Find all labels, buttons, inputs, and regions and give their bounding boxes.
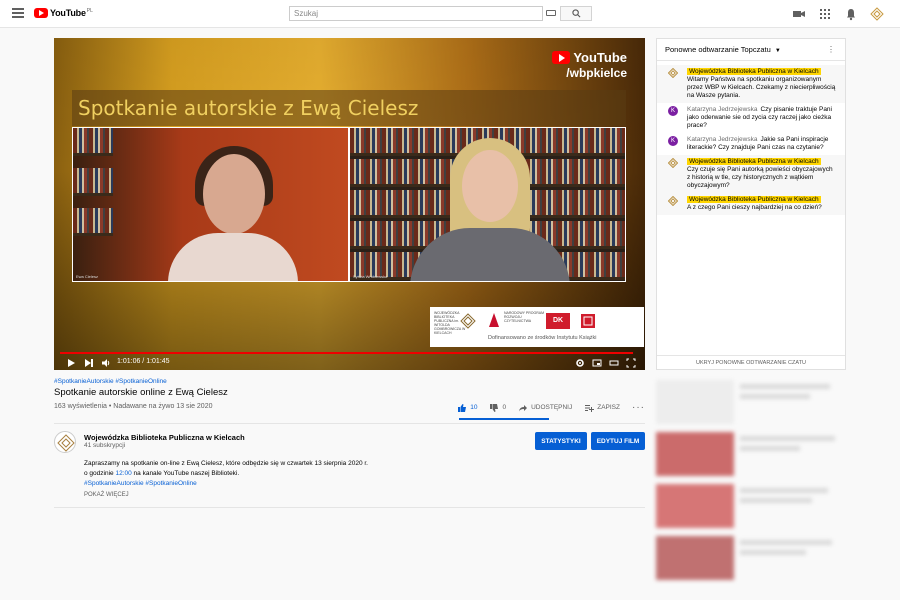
dislike-button[interactable]: 0 bbox=[489, 403, 506, 413]
thumbs-up-icon bbox=[458, 403, 467, 412]
apps-icon[interactable] bbox=[818, 7, 832, 21]
library-diamond-icon bbox=[57, 434, 75, 452]
recommendations-sidebar bbox=[656, 380, 846, 600]
chevron-down-icon[interactable]: ▼ bbox=[775, 48, 781, 54]
fullscreen-icon[interactable] bbox=[626, 358, 636, 368]
progress-bar[interactable] bbox=[60, 352, 634, 354]
youtube-logo[interactable]: YouTube PL bbox=[34, 8, 93, 18]
next-icon[interactable] bbox=[84, 358, 94, 368]
play-icon[interactable] bbox=[66, 358, 76, 368]
playlist-add-icon bbox=[585, 404, 595, 412]
recommendation-item[interactable] bbox=[656, 432, 846, 478]
notifications-bell-icon[interactable] bbox=[844, 7, 858, 21]
timestamp-link[interactable]: 12:00 bbox=[115, 470, 131, 477]
channel-owner-avatar bbox=[667, 195, 679, 207]
sponsor-caption: Dofinansowano ze środków Instytutu Książ… bbox=[488, 335, 597, 341]
account-avatar[interactable] bbox=[870, 7, 884, 21]
chat-author[interactable]: Katarzyna Jedrzejewska bbox=[687, 136, 757, 143]
channel-owner-avatar bbox=[667, 157, 679, 169]
chat-message: Wojewódzka Biblioteka Publiczna w Kielca… bbox=[657, 65, 845, 103]
keyboard-icon[interactable] bbox=[546, 10, 556, 16]
institute-logo-icon bbox=[581, 314, 595, 328]
user-avatar: K bbox=[668, 106, 678, 116]
dk-logo: DK bbox=[546, 313, 570, 329]
chat-more-icon[interactable]: ⋮ bbox=[827, 45, 835, 54]
channel-watermark: YouTube /wbpkielce bbox=[552, 50, 627, 80]
thumbs-down-icon bbox=[490, 403, 499, 412]
chat-author[interactable]: Katarzyna Jedrzejewska bbox=[687, 106, 757, 113]
edit-video-button[interactable]: EDYTUJ FILM bbox=[591, 432, 645, 450]
camera-feed-right: Sylwia Wróblewska bbox=[349, 127, 626, 282]
user-avatar: K bbox=[668, 136, 678, 146]
chat-header[interactable]: Ponowne odtwarzanie Topczatu ▼ ⋮ bbox=[657, 39, 845, 61]
chat-author[interactable]: Wojewódzka Biblioteka Publiczna w Kielca… bbox=[687, 68, 821, 75]
recommendation-item[interactable] bbox=[656, 380, 846, 426]
statistics-button[interactable]: STATYSTYKI bbox=[535, 432, 587, 450]
recommendation-item[interactable] bbox=[656, 484, 846, 530]
time-display: 1:01:06 / 1:01:45 bbox=[117, 358, 170, 365]
like-ratio-bar bbox=[459, 418, 549, 420]
nprc-logo: NARODOWY PROGRAM ROZWOJU CZYTELNICTWA bbox=[504, 311, 544, 323]
save-button[interactable]: ZAPISZ bbox=[584, 403, 620, 413]
sponsor-banner: WOJEWÓDZKA BIBLIOTEKA PUBLICZNA im. WITO… bbox=[430, 307, 644, 347]
video-meta: #SpotkanieAutorskie #SpotkanieOnline Spo… bbox=[54, 378, 645, 420]
hide-chat-replay-button[interactable]: UKRYJ PONOWNE ODTWARZANIE CZATU bbox=[657, 355, 845, 369]
video-description: Zapraszamy na spotkanie on-line z Ewą Ci… bbox=[84, 460, 368, 489]
description-hashtags[interactable]: #SpotkanieAutorskie #SpotkanieOnline bbox=[84, 479, 368, 489]
search-icon bbox=[572, 9, 581, 18]
nprc-logo-icon bbox=[489, 313, 499, 327]
chat-text: Czy czuje się Pani autorką powieści obyc… bbox=[687, 166, 833, 189]
create-video-icon[interactable] bbox=[792, 7, 806, 21]
logo-text: YouTube bbox=[50, 8, 86, 18]
library-diamond-icon bbox=[460, 313, 476, 329]
recommendation-item[interactable] bbox=[656, 536, 846, 582]
chat-text: Witamy Państwa na spotkaniu organizowany… bbox=[687, 76, 836, 99]
show-more-button[interactable]: POKAŻ WIĘCEJ bbox=[84, 492, 129, 498]
chat-author[interactable]: Wojewódzka Biblioteka Publiczna w Kielca… bbox=[687, 196, 821, 203]
chat-replay-panel: Ponowne odtwarzanie Topczatu ▼ ⋮ Wojewód… bbox=[656, 38, 846, 370]
share-button[interactable]: UDOSTĘPNIJ bbox=[518, 403, 572, 413]
video-overlay-title: Spotkanie autorskie z Ewą Cielesz bbox=[78, 96, 419, 120]
chat-message: Wojewódzka Biblioteka Publiczna w Kielca… bbox=[657, 155, 845, 193]
video-stats: 163 wyświetlenia • Nadawane na żywo 13 s… bbox=[54, 403, 213, 410]
miniplayer-icon[interactable] bbox=[592, 358, 602, 368]
search-input[interactable]: Szukaj bbox=[289, 6, 543, 21]
menu-icon[interactable] bbox=[12, 8, 24, 18]
channel-owner-avatar bbox=[667, 67, 679, 79]
camera-feed-left: Ewa Cielesz bbox=[72, 127, 349, 282]
chat-message: Wojewódzka Biblioteka Publiczna w Kielca… bbox=[657, 193, 845, 215]
chat-text: A z czego Pani cieszy najbardziej na co … bbox=[687, 204, 822, 211]
volume-icon[interactable] bbox=[101, 358, 111, 368]
video-hashtags[interactable]: #SpotkanieAutorskie #SpotkanieOnline bbox=[54, 378, 645, 385]
video-title: Spotkanie autorskie online z Ewą Cielesz bbox=[54, 387, 228, 398]
channel-avatar[interactable] bbox=[54, 431, 76, 453]
channel-name[interactable]: Wojewódzka Biblioteka Publiczna w Kielca… bbox=[84, 433, 245, 442]
video-player[interactable]: YouTube /wbpkielce Spotkanie autorskie z… bbox=[54, 38, 645, 370]
youtube-play-icon bbox=[552, 51, 571, 64]
search-button[interactable] bbox=[560, 6, 592, 21]
more-actions-icon[interactable]: ··· bbox=[632, 402, 645, 413]
subscriber-count: 41 subskrypcji bbox=[84, 442, 126, 449]
top-bar: YouTube PL Szukaj bbox=[0, 0, 900, 28]
theater-mode-icon[interactable] bbox=[609, 358, 619, 368]
youtube-play-icon bbox=[34, 8, 48, 18]
chat-message: K Katarzyna Jedrzejewska Czy pisanie trakt… bbox=[657, 103, 845, 133]
like-button[interactable]: 10 bbox=[457, 403, 477, 413]
chat-message: K Katarzyna Jedrzejewska Jakie sa Pani ins… bbox=[657, 133, 845, 155]
chat-message-list: Wojewódzka Biblioteka Publiczna w Kielca… bbox=[657, 61, 845, 215]
chat-author[interactable]: Wojewódzka Biblioteka Publiczna w Kielca… bbox=[687, 158, 821, 165]
player-controls: 1:01:06 / 1:01:45 bbox=[54, 356, 645, 370]
share-arrow-icon bbox=[519, 404, 528, 411]
settings-gear-icon[interactable] bbox=[575, 358, 585, 368]
logo-region: PL bbox=[86, 8, 93, 14]
